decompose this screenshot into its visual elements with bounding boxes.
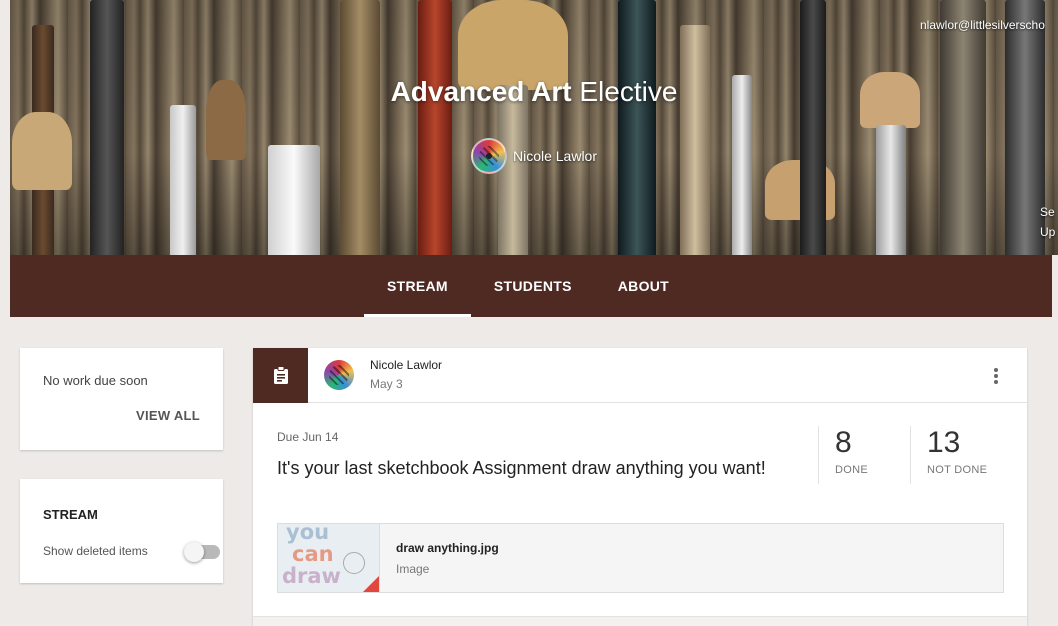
upcoming-work-card: No work due soon VIEW ALL xyxy=(20,348,223,450)
brush-decoration xyxy=(940,0,986,255)
not-done-count-stat[interactable]: 13 NOT DONE xyxy=(910,426,1020,484)
banner-side-text-line[interactable]: Up xyxy=(1040,222,1058,242)
tab-about[interactable]: ABOUT xyxy=(595,255,692,317)
done-label: DONE xyxy=(835,464,868,476)
attachment-thumbnail[interactable]: you can draw xyxy=(278,524,380,592)
thumb-word: draw xyxy=(282,564,341,588)
teacher-avatar[interactable] xyxy=(470,138,507,174)
show-deleted-toggle[interactable] xyxy=(184,542,220,562)
assignment-post: Nicole Lawlor May 3 Due Jun 14 It's your… xyxy=(253,348,1027,626)
due-date: Due Jun 14 xyxy=(277,430,339,444)
teacher-name[interactable]: Nicole Lawlor xyxy=(513,148,597,164)
not-done-count[interactable]: 13 xyxy=(927,426,1020,460)
no-work-text: No work due soon xyxy=(43,373,148,388)
brush-decoration xyxy=(618,0,656,255)
assignment-title[interactable]: It's your last sketchbook Assignment dra… xyxy=(277,455,777,481)
banner-side-text-line[interactable]: Se xyxy=(1040,202,1058,222)
banner-side-text[interactable]: Se Up xyxy=(1040,202,1058,242)
attachment-card[interactable]: you can draw draw anything.jpg Image xyxy=(277,523,1004,593)
post-footer xyxy=(253,616,1027,626)
teacher-info[interactable]: Nicole Lawlor xyxy=(10,138,1058,174)
brush-decoration xyxy=(1005,0,1045,255)
image-type-corner xyxy=(363,576,379,592)
attachment-type: Image xyxy=(396,562,430,576)
attachment-name[interactable]: draw anything.jpg xyxy=(396,541,499,555)
sketch-decoration xyxy=(343,552,365,574)
view-all-link[interactable]: VIEW ALL xyxy=(136,408,200,423)
not-done-label: NOT DONE xyxy=(927,464,988,476)
tab-stream[interactable]: STREAM xyxy=(363,255,471,317)
class-title-bold: Advanced Art xyxy=(390,76,572,107)
brush-decoration xyxy=(418,0,452,255)
done-count[interactable]: 8 xyxy=(835,426,910,460)
class-banner: Advanced Art Elective Nicole Lawlor nlaw… xyxy=(10,0,1058,255)
show-deleted-label: Show deleted items xyxy=(43,544,148,558)
done-count-stat[interactable]: 8 DONE xyxy=(818,426,910,484)
assignment-badge xyxy=(253,348,308,403)
class-title: Advanced Art Elective xyxy=(10,76,1058,108)
more-options-icon[interactable] xyxy=(991,366,1001,386)
class-tab-bar: STREAM STUDENTS ABOUT xyxy=(10,255,1052,317)
thumb-word: you xyxy=(286,524,330,544)
brush-decoration xyxy=(90,0,124,255)
tab-students[interactable]: STUDENTS xyxy=(471,255,595,317)
brush-decoration xyxy=(800,0,826,255)
assignment-icon xyxy=(273,366,288,384)
post-header: Nicole Lawlor May 3 xyxy=(253,348,1027,403)
account-email[interactable]: nlawlor@littlesilverscho xyxy=(920,18,1058,32)
brush-decoration xyxy=(170,105,196,255)
brush-decoration xyxy=(340,0,380,255)
class-title-rest: Elective xyxy=(579,76,678,107)
post-author[interactable]: Nicole Lawlor xyxy=(370,358,442,372)
post-date: May 3 xyxy=(370,377,403,391)
author-avatar[interactable] xyxy=(324,360,354,390)
thumb-word: can xyxy=(292,542,334,566)
stream-settings-card: STREAM Show deleted items xyxy=(20,479,223,583)
stream-card-heading: STREAM xyxy=(43,507,98,522)
